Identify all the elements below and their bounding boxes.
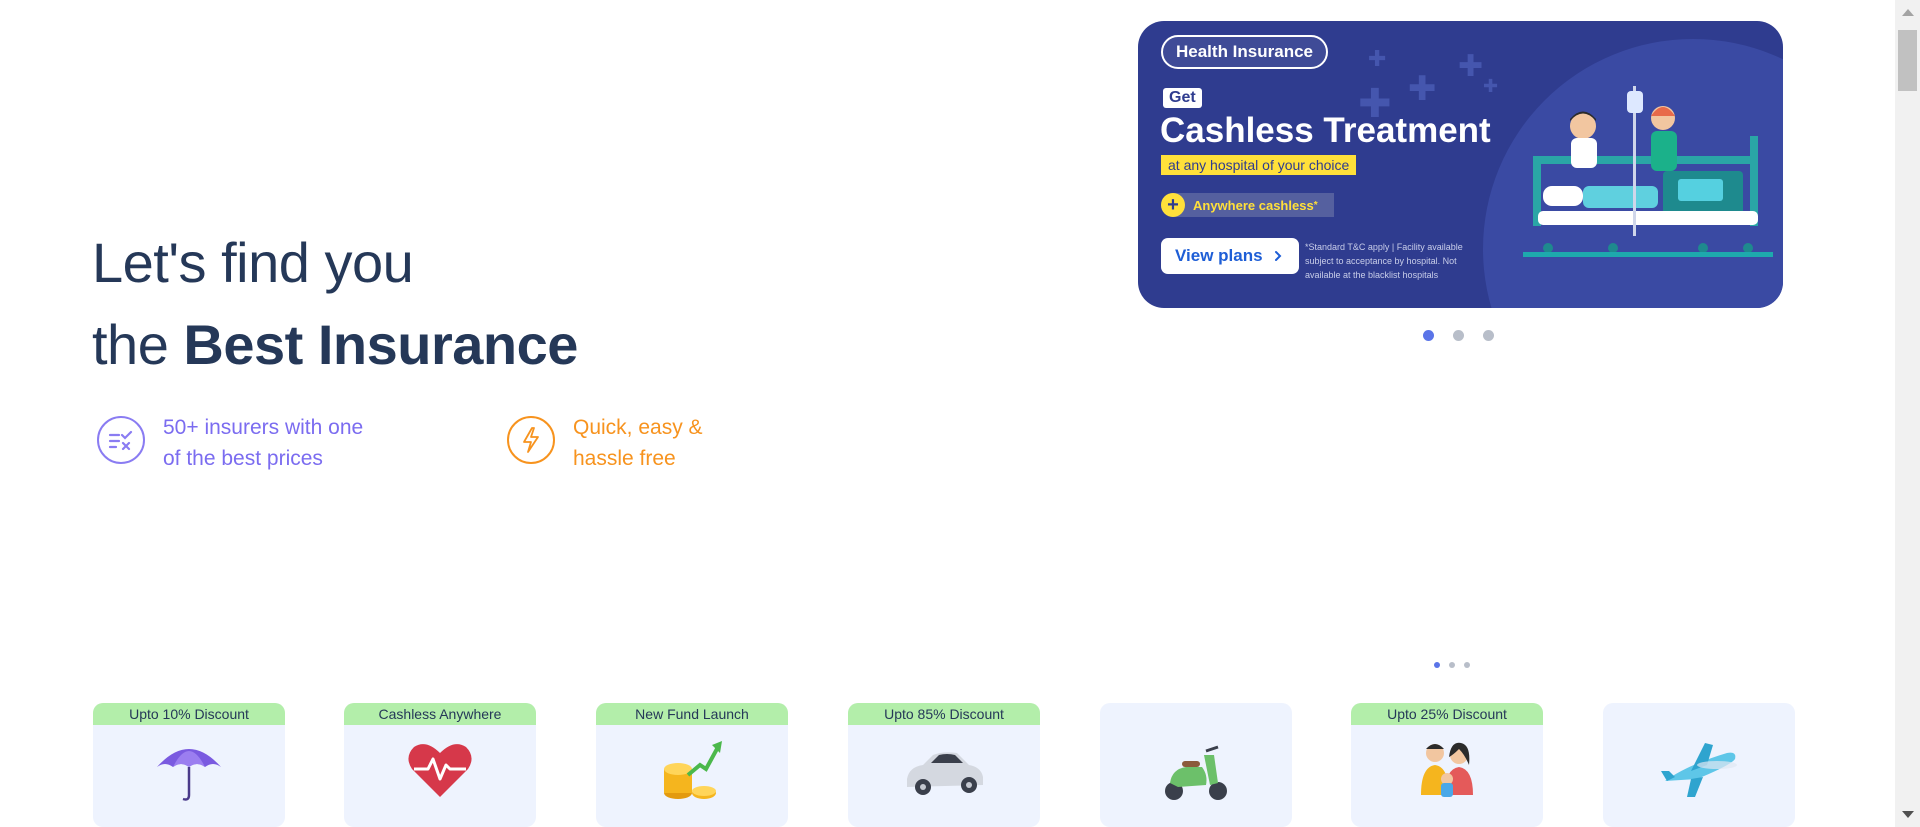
product-card-investment[interactable]: New Fund Launch: [596, 703, 788, 827]
banner-category-pill: Health Insurance: [1161, 35, 1328, 69]
hero-line-2-bold: Best Insurance: [183, 313, 578, 376]
banner-highlight: at any hospital of your choice: [1161, 155, 1357, 175]
lightning-icon: [507, 416, 555, 464]
feature-quick-text: Quick, easy & hassle free: [573, 412, 703, 474]
card-badge: Cashless Anywhere: [344, 703, 536, 725]
feature-quick-line-1: Quick, easy &: [573, 416, 703, 439]
feature-insurers: 50+ insurers with one of the best prices: [97, 412, 363, 474]
product-card-travel[interactable]: [1603, 703, 1795, 827]
view-plans-label: View plans: [1175, 246, 1263, 265]
cross-decoration: ✚: [1483, 76, 1499, 96]
scrollbar-thumb[interactable]: [1898, 30, 1917, 91]
view-plans-button[interactable]: View plans: [1161, 238, 1299, 274]
feature-insurers-text: 50+ insurers with one of the best prices: [163, 412, 363, 474]
scroll-down-icon[interactable]: [1902, 811, 1914, 818]
cross-decoration: ✚: [1408, 70, 1437, 108]
coins-growth-icon: [596, 735, 788, 805]
carousel-dot-3[interactable]: [1483, 330, 1494, 341]
banner-carousel-dots: [1423, 330, 1513, 341]
product-card-health[interactable]: Cashless Anywhere: [344, 703, 536, 827]
feature-quick: Quick, easy & hassle free: [507, 412, 703, 474]
card-badge: Upto 10% Discount: [93, 703, 285, 725]
plus-icon: +: [1161, 193, 1185, 217]
hero-title: Let's find you the Best Insurance: [92, 222, 578, 386]
card-badge: [1100, 703, 1292, 725]
chevron-right-icon: [1274, 251, 1281, 261]
secondary-dot-1[interactable]: [1434, 662, 1440, 668]
carousel-dot-2[interactable]: [1453, 330, 1464, 341]
banner-get-tag: Get: [1163, 88, 1202, 108]
hospital-bed-illustration: [1523, 86, 1773, 257]
feature-insurers-line-2: of the best prices: [163, 447, 323, 470]
banner-anywhere-text: Anywhere cashless: [1193, 197, 1314, 213]
health-insurance-banner[interactable]: ✚ ✚ ✚ ✚ ✚ Health Insurance Get Cashless …: [1138, 21, 1783, 308]
umbrella-icon: [93, 735, 285, 805]
heart-pulse-icon: [344, 735, 536, 805]
banner-disclaimer: *Standard T&C apply | Facility available…: [1305, 242, 1463, 280]
card-badge: Upto 85% Discount: [848, 703, 1040, 725]
banner-anywhere-tag: + Anywhere cashless *: [1161, 193, 1334, 217]
hero-line-2-prefix: the: [92, 313, 184, 376]
family-icon: [1351, 735, 1543, 805]
product-card-term[interactable]: Upto 10% Discount: [93, 703, 285, 827]
secondary-dot-2[interactable]: [1449, 662, 1455, 668]
airplane-icon: [1603, 735, 1795, 805]
hero-line-1: Let's find you: [92, 231, 414, 294]
cross-decoration: ✚: [1458, 50, 1484, 83]
banner-anywhere-mark: *: [1313, 199, 1318, 211]
product-card-car[interactable]: Upto 85% Discount: [848, 703, 1040, 827]
scooter-icon: [1100, 735, 1292, 805]
carousel-dot-1[interactable]: [1423, 330, 1434, 341]
car-icon: [848, 735, 1040, 805]
secondary-dot-3[interactable]: [1464, 662, 1470, 668]
card-badge: New Fund Launch: [596, 703, 788, 725]
scroll-up-icon[interactable]: [1902, 9, 1914, 16]
product-card-two-wheeler[interactable]: [1100, 703, 1292, 827]
compare-list-icon: [97, 416, 145, 464]
cross-decoration: ✚: [1368, 46, 1387, 71]
feature-insurers-line-1: 50+ insurers with one: [163, 416, 364, 439]
banner-headline: Cashless Treatment: [1160, 111, 1491, 150]
page-scrollbar[interactable]: [1895, 0, 1920, 827]
hero-line-2: the Best Insurance: [92, 304, 578, 386]
feature-quick-line-2: hassle free: [573, 447, 676, 470]
card-badge: Upto 25% Discount: [1351, 703, 1543, 725]
card-badge: [1603, 703, 1795, 725]
secondary-carousel-dots: [1434, 662, 1479, 668]
product-card-family[interactable]: Upto 25% Discount: [1351, 703, 1543, 827]
